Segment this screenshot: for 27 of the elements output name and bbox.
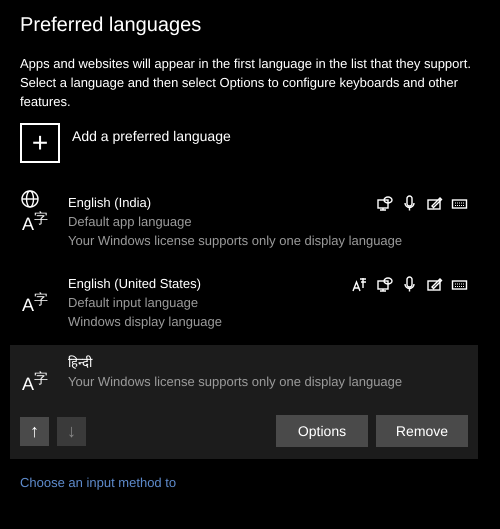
language-name: हिन्दी bbox=[68, 354, 92, 372]
language-icon: A bbox=[22, 215, 34, 233]
monitor-icon bbox=[376, 195, 393, 212]
language-icon: 字 bbox=[34, 371, 48, 385]
monitor-icon bbox=[376, 276, 393, 293]
language-icon: 字 bbox=[34, 292, 48, 306]
language-detail: Default input language bbox=[68, 294, 200, 312]
language-detail: Your Windows license supports only one display language bbox=[68, 232, 404, 250]
text-to-speech-icon bbox=[351, 276, 368, 293]
remove-button[interactable]: Remove bbox=[376, 415, 468, 447]
description-text: Apps and websites will appear in the first language in the list that they support. Select a language and then select Options to configure keyboards and other features. bbox=[20, 55, 472, 111]
language-detail: Your Windows license supports only one display language bbox=[68, 373, 404, 391]
options-button[interactable]: Options bbox=[276, 415, 368, 447]
language-detail: Default app language bbox=[68, 213, 193, 231]
page-title: Preferred languages bbox=[20, 13, 202, 38]
language-icon: A bbox=[22, 296, 34, 314]
input-method-link[interactable]: Choose an input method to bbox=[20, 473, 176, 492]
language-name: English (India) bbox=[68, 194, 152, 212]
move-up-button[interactable]: ↑ bbox=[20, 416, 49, 446]
pen-icon bbox=[426, 195, 443, 212]
language-icon: A bbox=[22, 375, 34, 393]
add-language-button[interactable]: + bbox=[20, 123, 60, 163]
pen-icon bbox=[426, 276, 443, 293]
language-icon: 字 bbox=[34, 211, 48, 225]
language-name: English (United States) bbox=[68, 275, 201, 293]
language-detail: Windows display language bbox=[68, 313, 223, 331]
add-language-link[interactable]: Add a preferred language bbox=[72, 126, 231, 146]
